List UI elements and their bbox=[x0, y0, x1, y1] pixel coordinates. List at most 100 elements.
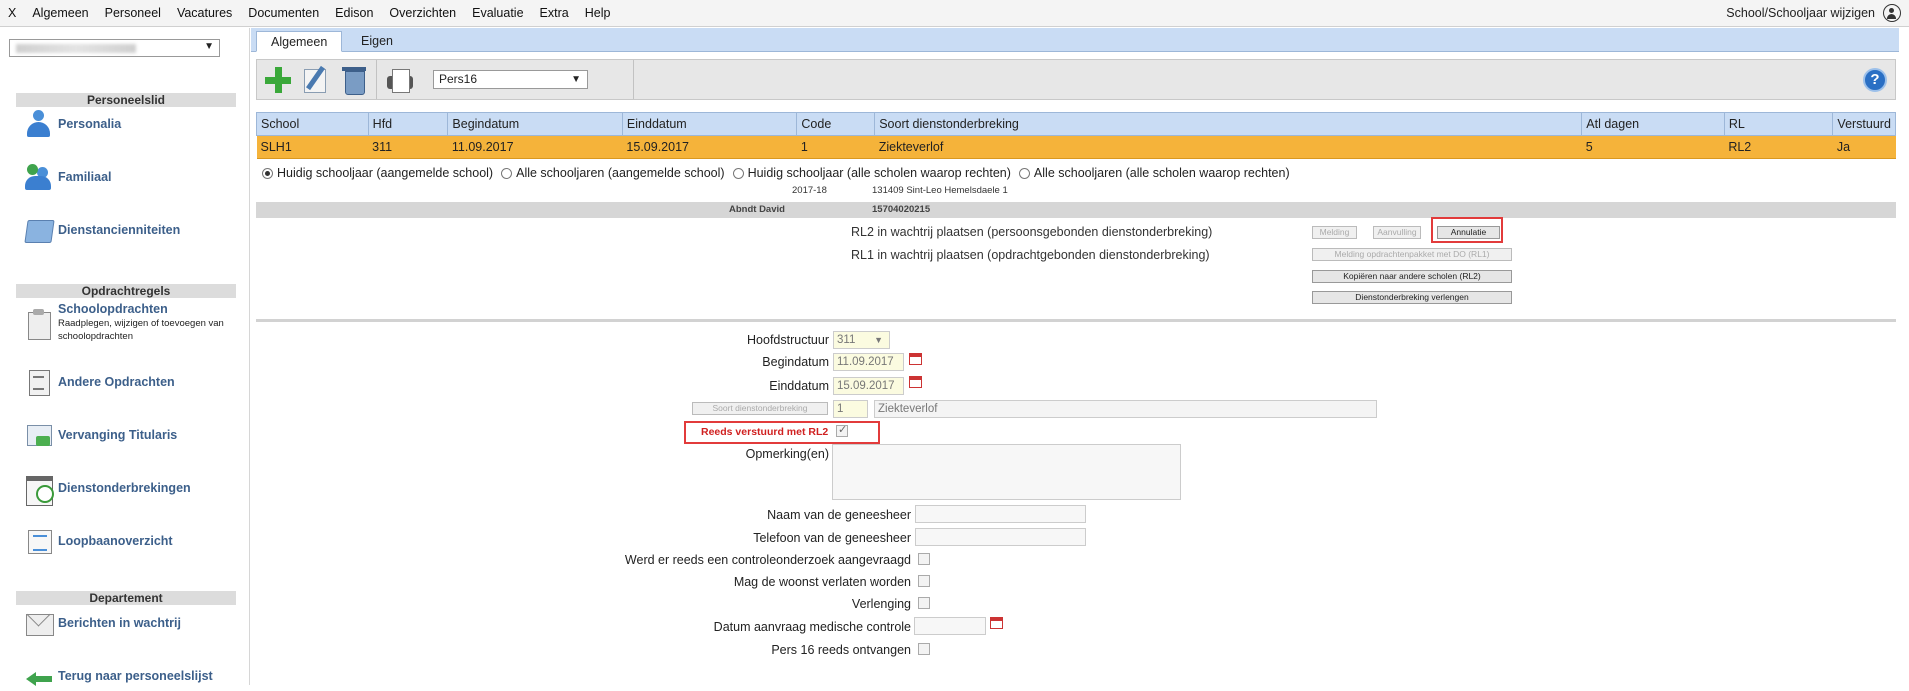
radio-label: Alle schooljaren (alle scholen waarop re… bbox=[1033, 166, 1290, 180]
calendar-icon[interactable] bbox=[909, 353, 922, 365]
sidebar-item-terug[interactable]: Terug naar personeelslijst bbox=[24, 661, 213, 691]
soort-code-field[interactable]: 1 bbox=[833, 400, 868, 418]
menu-algemeen[interactable]: Algemeen bbox=[24, 6, 96, 20]
begindatum-field[interactable]: 11.09.2017 bbox=[833, 353, 904, 371]
woonst-label: Mag de woonst verlaten worden bbox=[733, 575, 911, 589]
family-icon bbox=[24, 162, 54, 192]
hoofdstructuur-value: 311 bbox=[837, 334, 856, 346]
melding-button[interactable]: Melding bbox=[1312, 226, 1357, 239]
melding-rl1-button[interactable]: Melding opdrachtenpakket met DO (RL1) bbox=[1312, 248, 1512, 261]
person-number: 15704020215 bbox=[872, 204, 931, 215]
column-header-code[interactable]: Code bbox=[796, 112, 876, 136]
tab-eigen[interactable]: Eigen bbox=[347, 31, 407, 52]
datum-controle-field[interactable] bbox=[914, 617, 986, 635]
column-header-soort[interactable]: Soort dienstonderbreking bbox=[874, 112, 1583, 136]
back-arrow-icon bbox=[24, 661, 54, 691]
opmerking-textarea[interactable] bbox=[832, 444, 1181, 500]
column-header-einddatum[interactable]: Einddatum bbox=[621, 112, 798, 136]
radio-button[interactable] bbox=[1018, 167, 1030, 179]
sidebar-item-familiaal[interactable]: Familiaal bbox=[24, 162, 112, 192]
column-header-school[interactable]: School bbox=[256, 112, 369, 136]
user-icon[interactable] bbox=[1883, 4, 1901, 22]
aanvulling-button[interactable]: Aanvulling bbox=[1373, 226, 1421, 239]
sidebar-item-schoolopdrachten[interactable]: Schoolopdrachten Raadplegen, wijzigen of… bbox=[24, 301, 238, 343]
menu-documenten[interactable]: Documenten bbox=[240, 6, 327, 20]
person-select[interactable]: ▼ bbox=[9, 39, 220, 57]
tab-algemeen[interactable]: Algemeen bbox=[256, 31, 343, 52]
table-header-row: School Hfd Begindatum Einddatum Code Soo… bbox=[256, 112, 1896, 136]
menu-evaluatie[interactable]: Evaluatie bbox=[464, 6, 531, 20]
radio-alle-schooljaren-school[interactable]: Alle schooljaren (aangemelde school) bbox=[501, 166, 725, 180]
radio-button[interactable] bbox=[732, 167, 744, 179]
einddatum-field[interactable]: 15.09.2017 bbox=[833, 377, 904, 395]
datum-controle-label: Datum aanvraag medische controle bbox=[713, 620, 911, 634]
sidebar-item-dienstancienniteiten[interactable]: Dienstancienniteiten bbox=[24, 215, 180, 245]
radio-button[interactable] bbox=[262, 167, 273, 179]
cell-school: SLH1 bbox=[256, 135, 369, 159]
hoofdstructuur-label: Hoofdstructuur bbox=[747, 333, 829, 347]
toolbar-divider bbox=[376, 60, 377, 99]
menu-vacatures[interactable]: Vacatures bbox=[169, 6, 240, 20]
calendar-icon[interactable] bbox=[909, 376, 922, 388]
document-icon bbox=[24, 367, 54, 397]
column-header-atl-dagen[interactable]: Atl dagen bbox=[1581, 112, 1725, 136]
report-select[interactable]: Pers16 ▼ bbox=[433, 70, 588, 89]
radio-huidig-schooljaar-school[interactable]: Huidig schooljaar (aangemelde school) bbox=[262, 166, 493, 180]
sidebar-item-berichten[interactable]: Berichten in wachtrij bbox=[24, 608, 181, 638]
sidebar-item-label: Familiaal bbox=[58, 170, 112, 184]
column-header-rl[interactable]: RL bbox=[1723, 112, 1834, 136]
soort-dienstonderbreking-button[interactable]: Soort dienstonderbreking bbox=[692, 402, 828, 415]
sidebar-item-personalia[interactable]: Personalia bbox=[24, 109, 121, 139]
menu-help[interactable]: Help bbox=[577, 6, 619, 20]
section-header-departement: Departement bbox=[16, 591, 236, 605]
column-header-verstuurd[interactable]: Verstuurd bbox=[1832, 112, 1896, 136]
print-icon[interactable] bbox=[385, 65, 415, 95]
radio-button[interactable] bbox=[501, 167, 513, 179]
menu-edison[interactable]: Edison bbox=[327, 6, 381, 20]
woonst-checkbox[interactable] bbox=[918, 575, 930, 587]
verlenging-label: Verlenging bbox=[851, 597, 911, 611]
extend-interruption-button[interactable]: Dienstonderbreking verlengen bbox=[1312, 291, 1512, 304]
controleonderzoek-checkbox[interactable] bbox=[918, 553, 930, 565]
naam-geneesheer-field[interactable] bbox=[915, 505, 1086, 523]
sidebar-item-dienstonderbrekingen[interactable]: Dienstonderbrekingen bbox=[24, 473, 191, 506]
verlenging-checkbox[interactable] bbox=[918, 597, 930, 609]
radio-alle-schooljaren-alle[interactable]: Alle schooljaren (alle scholen waarop re… bbox=[1018, 166, 1290, 180]
column-header-hfd[interactable]: Hfd bbox=[367, 112, 449, 136]
sidebar-item-vervanging-titularis[interactable]: Vervanging Titularis bbox=[24, 420, 177, 450]
hoofdstructuur-select[interactable]: 311 ▼ bbox=[833, 331, 890, 349]
sidebar-item-label: Personalia bbox=[58, 117, 122, 131]
column-header-begindatum[interactable]: Begindatum bbox=[447, 112, 623, 136]
controleonderzoek-label: Werd er reeds een controleonderzoek aang… bbox=[624, 553, 911, 567]
table-row[interactable]: SLH1 311 11.09.2017 15.09.2017 1 Ziektev… bbox=[256, 135, 1896, 159]
person-name: Abndt David bbox=[729, 204, 785, 215]
cell-soort: Ziekteverlof bbox=[874, 135, 1582, 159]
sidebar-item-andere-opdrachten[interactable]: Andere Opdrachten bbox=[24, 367, 175, 397]
begindatum-label: Begindatum bbox=[762, 355, 829, 369]
calendar-icon[interactable] bbox=[990, 617, 1003, 629]
radio-huidig-schooljaar-alle[interactable]: Huidig schooljaar (alle scholen waarop r… bbox=[732, 166, 1011, 180]
menu-close[interactable]: X bbox=[0, 6, 24, 20]
menu-extra[interactable]: Extra bbox=[532, 6, 577, 20]
pers16-checkbox[interactable] bbox=[918, 643, 930, 655]
edit-icon[interactable] bbox=[301, 65, 331, 95]
telefoon-geneesheer-field[interactable] bbox=[915, 528, 1086, 546]
delete-icon[interactable] bbox=[339, 65, 369, 95]
calendar-clock-icon bbox=[24, 473, 54, 506]
add-icon[interactable] bbox=[263, 65, 293, 95]
school-year: 2017-18 bbox=[792, 185, 827, 196]
copy-to-schools-button[interactable]: Kopiëren naar andere scholen (RL2) bbox=[1312, 270, 1512, 283]
sidebar-item-loopbaanoverzicht[interactable]: Loopbaanoverzicht bbox=[24, 526, 173, 556]
sidebar: ▼ Personeelslid Personalia Familiaal Die… bbox=[0, 28, 250, 686]
menu-overzichten[interactable]: Overzichten bbox=[381, 6, 464, 20]
folder-icon bbox=[24, 215, 54, 245]
sidebar-item-label: Berichten in wachtrij bbox=[58, 616, 181, 630]
reeds-verstuurd-checkbox[interactable] bbox=[836, 423, 848, 437]
school-year-change-link[interactable]: School/Schooljaar wijzigen bbox=[1726, 6, 1875, 20]
menu-personeel[interactable]: Personeel bbox=[97, 6, 169, 20]
soort-text-field[interactable]: Ziekteverlof bbox=[874, 400, 1377, 418]
help-icon[interactable]: ? bbox=[1863, 68, 1887, 92]
chevron-down-icon: ▼ bbox=[204, 41, 214, 52]
sidebar-item-label: Loopbaanoverzicht bbox=[58, 534, 173, 548]
sidebar-item-label: Andere Opdrachten bbox=[58, 375, 175, 389]
